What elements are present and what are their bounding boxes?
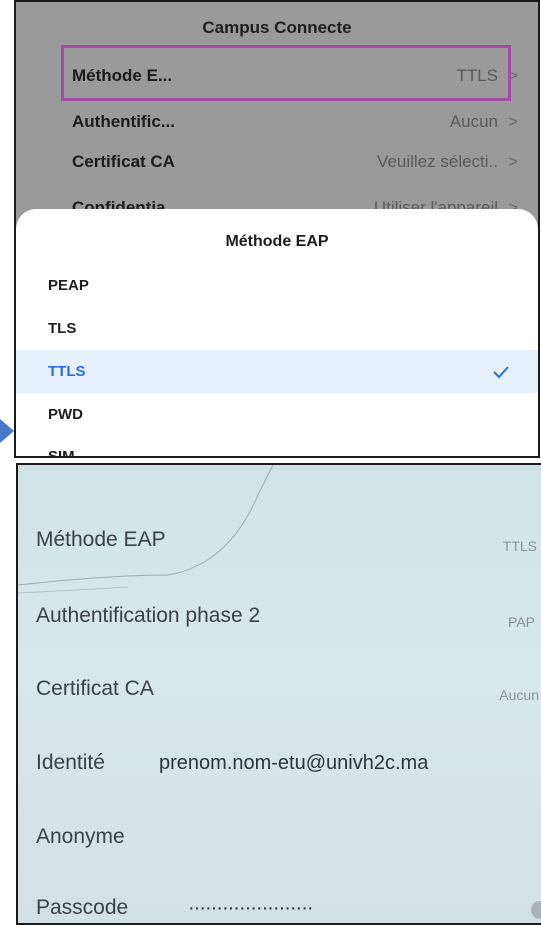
phase2-auth-value: PAP xyxy=(508,614,535,630)
identity-label: Identité xyxy=(36,751,105,774)
phase2-auth-value: Aucun xyxy=(449,112,498,131)
passcode-input[interactable]: ······················ xyxy=(188,897,314,920)
eap-method-bottom-sheet: Méthode EAP PEAP TLS TTLS PWD SIM xyxy=(16,209,538,456)
wifi-settings-screenshot-top: Campus Connecte Méthode E... TTLS > Auth… xyxy=(14,0,540,458)
phase2-auth-label: Authentific... xyxy=(72,112,175,131)
arrow-right-icon xyxy=(0,419,14,443)
ca-certificate-value: Aucun xyxy=(499,687,539,703)
option-peap[interactable]: PEAP xyxy=(16,264,538,307)
option-tls[interactable]: TLS xyxy=(16,307,538,350)
anonymous-identity-field[interactable]: Anonyme xyxy=(36,817,541,857)
eap-method-label: Méthode EAP xyxy=(36,528,166,551)
option-pwd[interactable]: PWD xyxy=(16,393,538,436)
identity-input[interactable]: prenom.nom-etu@univh2c.ma xyxy=(159,752,428,775)
passcode-field[interactable]: Passcode ······················ xyxy=(36,888,541,923)
eap-method-value: TTLS xyxy=(502,538,537,554)
eap-method-setting[interactable]: Méthode EAP TTLS xyxy=(36,520,541,560)
option-ttls[interactable]: TTLS xyxy=(16,350,538,393)
network-title: Campus Connecte xyxy=(202,18,352,37)
phase2-auth-setting[interactable]: Authentification phase 2 PAP xyxy=(36,596,541,636)
option-sim[interactable]: SIM xyxy=(16,435,538,456)
passcode-label: Passcode xyxy=(36,896,129,919)
chevron-right-icon: > xyxy=(508,152,518,171)
ca-certificate-row[interactable]: Certificat CA Veuillez sélecti.. > xyxy=(72,140,528,184)
anonymous-label: Anonyme xyxy=(36,825,125,848)
ca-certificate-label: Certificat CA xyxy=(36,677,154,700)
ca-certificate-label: Certificat CA xyxy=(72,152,175,171)
chevron-right-icon: > xyxy=(508,112,518,131)
phase2-auth-row[interactable]: Authentific... Aucun > xyxy=(72,100,528,144)
sheet-title: Méthode EAP xyxy=(225,233,329,250)
ca-certificate-setting[interactable]: Certificat CA Aucun xyxy=(36,669,541,709)
phase2-auth-label: Authentification phase 2 xyxy=(36,604,261,627)
check-icon xyxy=(493,365,509,378)
highlight-annotation-box xyxy=(61,45,511,101)
ca-certificate-value: Veuillez sélecti.. xyxy=(377,152,498,171)
identity-field[interactable]: Identité prenom.nom-etu@univh2c.ma xyxy=(36,743,541,783)
wifi-settings-photo-bottom: Méthode EAP TTLS Authentification phase … xyxy=(16,463,541,925)
